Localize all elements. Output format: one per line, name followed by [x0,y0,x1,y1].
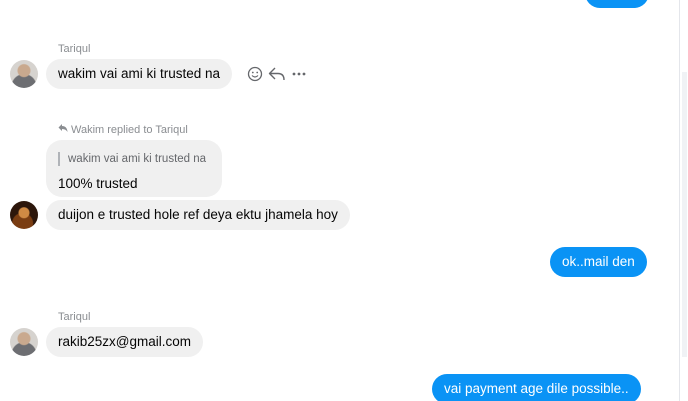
avatar-tariqul[interactable] [10,328,38,356]
quoted-message[interactable]: wakim vai ami ki trusted na [58,152,206,166]
avatar-tariqul[interactable] [10,60,38,88]
chat-thread: Tariqul wakim vai ami ki trusted na Waki… [0,0,680,401]
incoming-message[interactable]: wakim vai ami ki trusted na [46,59,233,89]
message-text: rakib25zx@gmail.com [58,334,191,349]
scrollbar-thumb[interactable] [682,72,687,357]
message-text: duijon e trusted hole ref deya ektu jham… [58,207,338,222]
reply-header: Wakim replied to Tariqul [58,123,188,136]
outgoing-message-partial[interactable] [585,0,649,8]
message-text: 100% trusted [58,176,138,191]
incoming-message[interactable]: rakib25zx@gmail.com [46,327,203,357]
smiley-icon[interactable] [246,65,264,83]
message-actions [246,64,308,84]
sender-name: Tariqul [58,311,91,323]
scrollbar[interactable] [679,0,688,401]
incoming-message[interactable]: duijon e trusted hole ref deya ektu jham… [46,200,350,230]
reply-message[interactable]: wakim vai ami ki trusted na 100% trusted [46,140,222,197]
message-text: wakim vai ami ki trusted na [58,66,221,81]
sender-name: Tariqul [58,43,91,55]
reply-icon[interactable] [268,65,286,83]
reply-arrow-icon [58,123,68,136]
reply-header-text: Wakim replied to Tariqul [71,123,188,136]
outgoing-message[interactable]: ok..mail den [550,247,647,277]
outgoing-message[interactable]: vai payment age dile possible.. [432,374,641,401]
avatar-wakim[interactable] [10,201,38,229]
message-text: vai payment age dile possible.. [444,381,629,396]
more-icon[interactable] [290,65,308,83]
message-text: ok..mail den [562,254,635,269]
